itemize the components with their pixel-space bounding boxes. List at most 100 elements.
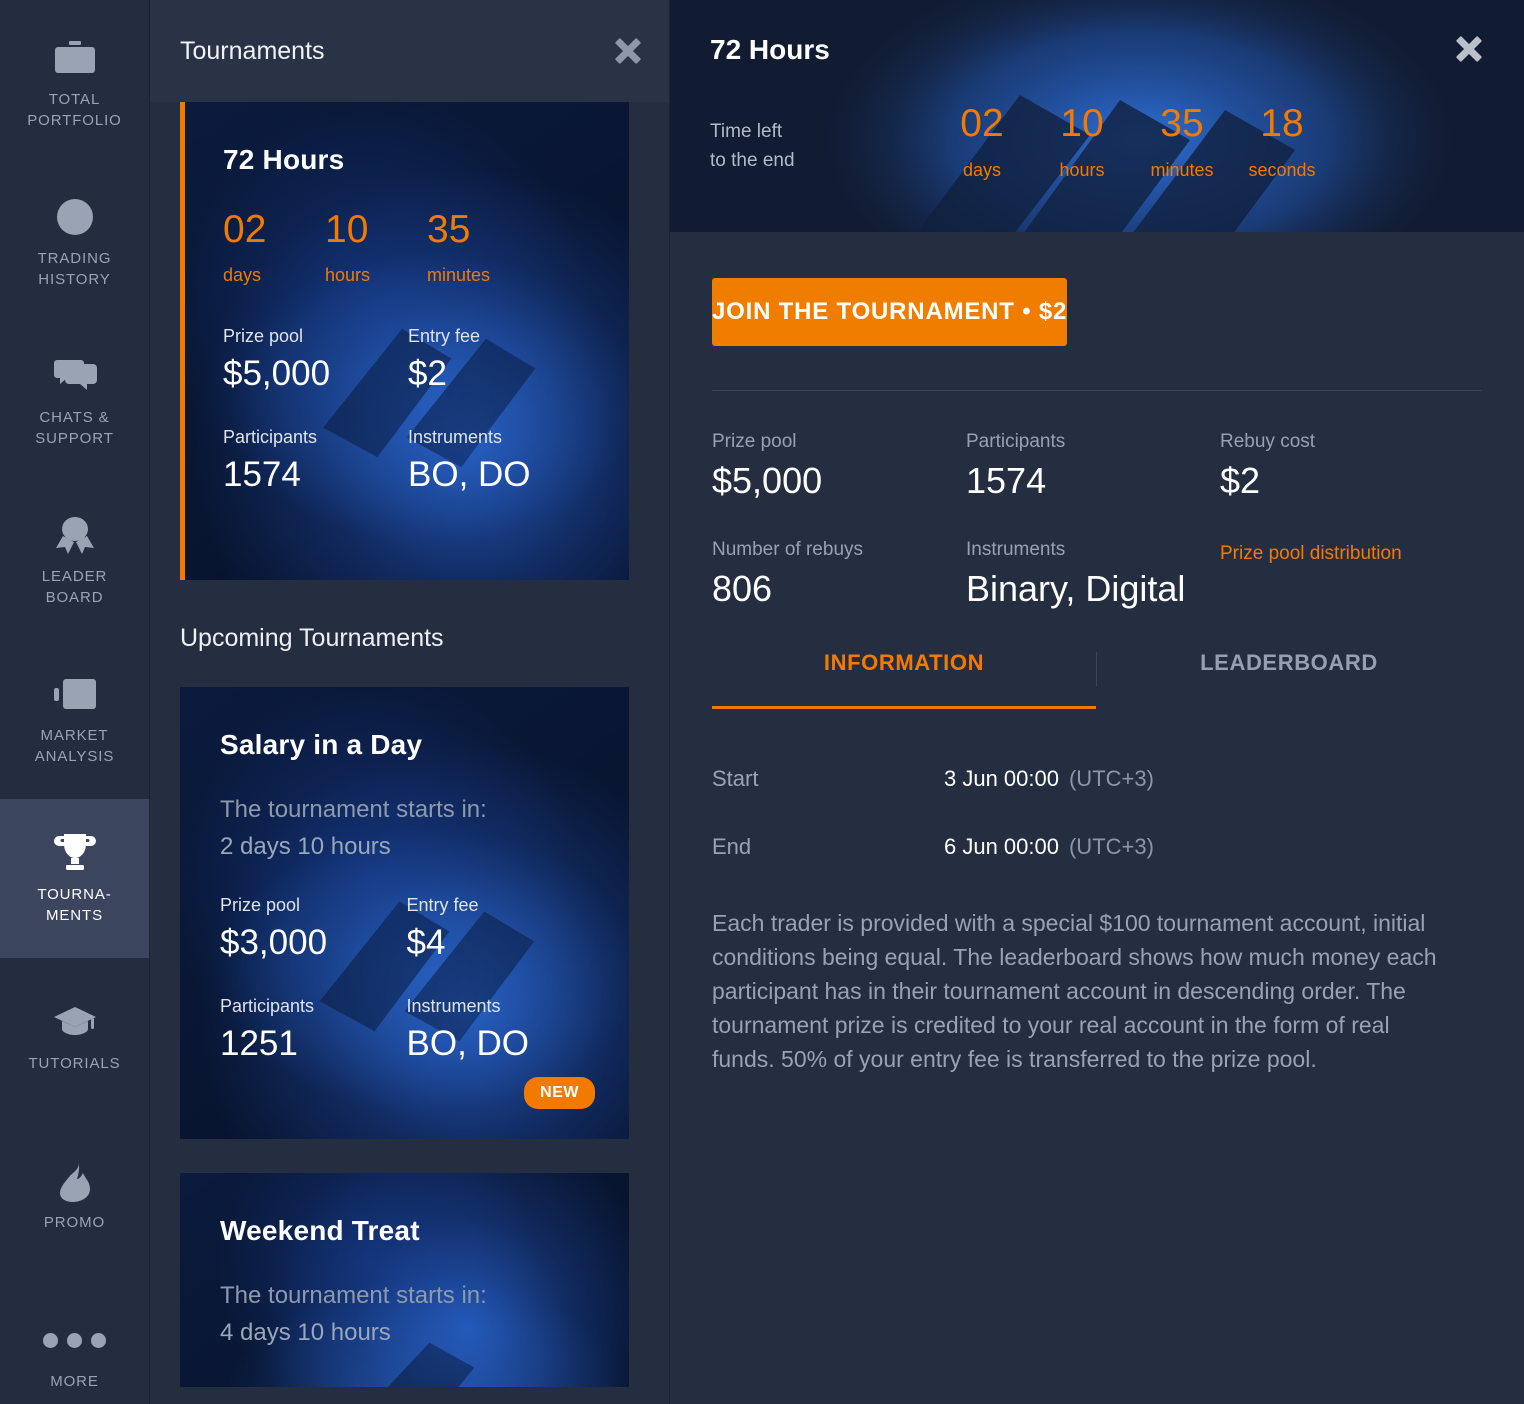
stat-label: Rebuy cost (1220, 431, 1316, 452)
schedule-value: 3 Jun 00:00 (944, 766, 1059, 792)
stat-value: $5,000 (712, 460, 823, 501)
main-sidebar: TOTAL PORTFOLIO TRADING HISTORY CHATS & … (0, 0, 150, 1404)
sidebar-item-trading-history[interactable]: TRADING HISTORY (0, 163, 149, 322)
sidebar-item-label: TOTAL PORTFOLIO (27, 91, 122, 129)
schedule-key: End (712, 834, 752, 860)
stat-entry-fee: Entry fee $4 (407, 895, 594, 962)
schedule-value: 6 Jun 00:00 (944, 834, 1059, 860)
countdown-unit: 10 hours (325, 210, 427, 286)
stat-label: Number of rebuys (712, 538, 864, 560)
stat-label: Instruments (406, 996, 501, 1017)
tournaments-list-header: Tournaments (150, 0, 669, 102)
stat-value: Binary, Digital (966, 567, 1186, 609)
sidebar-item-market-analysis[interactable]: MARKET ANALYSIS (0, 640, 149, 799)
ellipsis-icon (43, 1318, 106, 1362)
schedule-timezone: (UTC+3) (1068, 766, 1154, 792)
stat-label: Entry fee (408, 326, 481, 346)
countdown-value: 35 (1160, 102, 1204, 145)
sidebar-item-leaderboard[interactable]: LEADER BOARD (0, 481, 149, 640)
stat-value: 1574 (223, 454, 301, 494)
tournament-name: 72 Hours (223, 144, 345, 175)
sidebar-item-promo[interactable]: PROMO (0, 1117, 149, 1276)
countdown-value: 18 (1260, 102, 1304, 145)
stat-rebuy-cost: Rebuy cost $2 (1220, 431, 1474, 501)
stat-entry-fee: Entry fee $2 (408, 326, 593, 393)
countdown-unit: 02 days (932, 104, 1032, 181)
close-icon[interactable] (1454, 34, 1484, 64)
tournament-detail-panel: 72 Hours Time left to the end 02 days 10… (670, 0, 1524, 1404)
sidebar-item-label: TOURNA- MENTS (37, 886, 112, 924)
starts-in-value: 2 days 10 hours (220, 833, 391, 861)
close-icon[interactable] (613, 36, 643, 66)
flame-icon (51, 1159, 99, 1203)
upcoming-tournaments-heading: Upcoming Tournaments (180, 624, 444, 652)
sidebar-item-tournaments[interactable]: TOURNA- MENTS (0, 799, 149, 958)
stat-instruments: Instruments Binary, Digital (966, 539, 1220, 609)
sidebar-item-tutorials[interactable]: TUTORIALS (0, 958, 149, 1117)
tournament-name: Weekend Treat (220, 1215, 420, 1246)
sidebar-item-more[interactable]: MORE (0, 1276, 149, 1404)
briefcase-icon (51, 36, 99, 80)
starts-in-label: The tournament starts in: (220, 796, 487, 823)
countdown-unit: 35 minutes (1132, 104, 1232, 181)
stat-label: Prize pool (223, 326, 304, 346)
trophy-icon (51, 831, 99, 875)
time-left-label: Time left to the end (710, 121, 795, 171)
upcoming-tournament-card[interactable]: Salary in a Day The tournament starts in… (180, 687, 629, 1139)
starts-in-label: The tournament starts in: (220, 1282, 487, 1309)
page-title: Tournaments (180, 36, 325, 65)
countdown-value: 10 (325, 208, 369, 251)
prize-pool-distribution-link[interactable]: Prize pool distribution (1220, 543, 1474, 565)
graduation-cap-icon (51, 1000, 99, 1044)
stat-label: Prize pool (712, 431, 797, 452)
sidebar-item-label: MORE (50, 1373, 99, 1391)
countdown-value: 35 (427, 208, 471, 251)
tournament-hero: 72 Hours Time left to the end 02 days 10… (670, 0, 1524, 232)
tournaments-screen: TOTAL PORTFOLIO TRADING HISTORY CHATS & … (0, 0, 1524, 1404)
stat-label: Participants (966, 431, 1066, 452)
countdown-value: 10 (1060, 102, 1104, 145)
schedule-row-end: End 6 Jun 00:00 (UTC+3) (712, 834, 1482, 860)
tab-information[interactable]: INFORMATION (712, 650, 1096, 710)
stat-number-of-rebuys: Number of rebuys 806 (712, 539, 966, 609)
detail-countdown: 02 days 10 hours 35 minutes 18 seconds (932, 104, 1332, 181)
countdown-unit: 02 days (223, 210, 325, 286)
schedule-key: Start (712, 766, 759, 792)
sidebar-item-label: CHATS & SUPPORT (35, 409, 114, 447)
stat-value: $2 (1220, 460, 1261, 501)
detail-tabs: INFORMATION LEADERBOARD (712, 650, 1482, 710)
sidebar-item-chats-support[interactable]: CHATS & SUPPORT (0, 322, 149, 481)
countdown-unit: 18 seconds (1232, 104, 1332, 181)
countdown-label: hours (325, 265, 371, 285)
countdown-value: 02 (960, 102, 1004, 145)
join-tournament-button[interactable]: JOIN THE TOURNAMENT • $2 (712, 278, 1068, 346)
sidebar-item-label: TUTORIALS (28, 1055, 121, 1073)
countdown-label: minutes (1150, 160, 1214, 180)
stat-label: Participants (223, 426, 318, 447)
featured-tournament-card[interactable]: 72 Hours 02 days 10 hours 35 minutes Pri… (180, 102, 629, 580)
tournament-starts-in: The tournament starts in: 4 days 10 hour… (220, 1277, 593, 1351)
award-ribbon-icon (51, 513, 99, 557)
stat-value: $3,000 (220, 923, 328, 963)
sidebar-item-total-portfolio[interactable]: TOTAL PORTFOLIO (0, 4, 149, 163)
countdown-label: seconds (1248, 160, 1316, 180)
tournaments-list-panel: Tournaments 72 Hours 02 days 10 hours 35… (150, 0, 670, 1404)
stat-value: 1251 (220, 1024, 298, 1064)
countdown-unit: 35 minutes (427, 210, 529, 286)
countdown-value: 02 (223, 208, 267, 251)
stat-value: $5,000 (223, 354, 331, 393)
stat-prize-pool: Prize pool $5,000 (712, 431, 966, 501)
countdown-label: minutes (427, 265, 491, 285)
stat-label: Instruments (408, 426, 503, 447)
stat-value: $4 (406, 923, 446, 963)
countdown-label: days (962, 160, 1002, 180)
stat-value: BO, DO (408, 454, 531, 494)
sidebar-item-label: LEADER BOARD (41, 568, 108, 606)
stat-label: Entry fee (406, 895, 479, 916)
status-badge: NEW (524, 1077, 595, 1109)
tournament-starts-in: The tournament starts in: 2 days 10 hour… (220, 791, 593, 865)
tab-leaderboard[interactable]: LEADERBOARD (1097, 650, 1481, 709)
sidebar-item-label: TRADING HISTORY (37, 250, 112, 288)
stat-prize-pool: Prize pool $5,000 (223, 326, 408, 393)
upcoming-tournament-card[interactable]: Weekend Treat The tournament starts in: … (180, 1173, 629, 1387)
